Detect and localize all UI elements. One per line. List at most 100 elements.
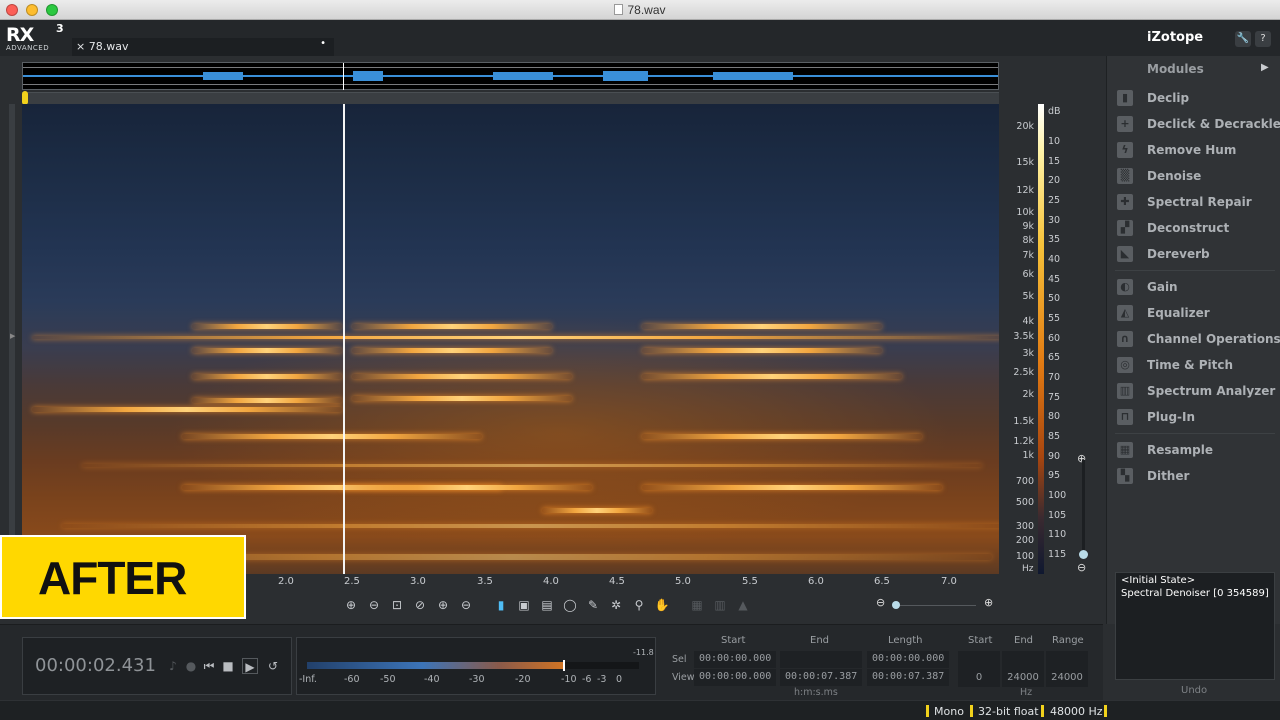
module-label: Spectrum Analyzer: [1147, 384, 1276, 398]
help-icon: ?: [1260, 33, 1266, 44]
module-spectral-repair[interactable]: ✚ Spectral Repair: [1115, 192, 1279, 214]
freq-header-range: Range: [1052, 635, 1084, 646]
view-range-bar[interactable]: [22, 91, 999, 105]
freq-header-end: End: [1014, 635, 1034, 646]
magic-wand-tool[interactable]: ✲: [607, 596, 625, 614]
module-dither[interactable]: ▚ Dither: [1115, 466, 1279, 488]
module-dereverb[interactable]: ◣ Dereverb: [1115, 244, 1279, 266]
izotope-logo: iZotope: [1147, 30, 1203, 45]
zoom-fit-tool[interactable]: ⊡: [388, 596, 406, 614]
horizontal-zoom-out-icon[interactable]: ⊖: [876, 596, 885, 609]
playhead[interactable]: [343, 104, 345, 574]
harmonics-tool[interactable]: ▥: [711, 596, 729, 614]
module-plug-in[interactable]: ⊓ Plug-In: [1115, 407, 1279, 429]
horizontal-zoom-slider[interactable]: [896, 605, 976, 606]
view-length-field[interactable]: 00:00:07.387: [867, 669, 949, 686]
view-start-field[interactable]: 00:00:00.000: [694, 669, 776, 686]
db-label: 75: [1048, 392, 1061, 403]
zoom-in-tool[interactable]: ⊕: [342, 596, 360, 614]
freq-unit-label: Hz: [1020, 687, 1033, 698]
tab-close-icon[interactable]: ×: [76, 40, 85, 53]
waveform-overview[interactable]: [22, 62, 999, 90]
help-button[interactable]: ?: [1255, 31, 1271, 47]
left-collapse-arrow[interactable]: ▶: [10, 332, 15, 340]
module-denoise[interactable]: ▒ Denoise: [1115, 166, 1279, 188]
vertical-zoom-out-icon[interactable]: ⊖: [1077, 561, 1086, 574]
horizontal-zoom-knob[interactable]: [892, 601, 900, 609]
sel-start-field[interactable]: 00:00:00.000: [694, 651, 776, 668]
tab-modified-dot: •: [320, 38, 326, 49]
record-arm-button[interactable]: ♪: [165, 658, 181, 674]
rewind-button[interactable]: ⏮: [201, 658, 217, 674]
loop-button[interactable]: ↺: [265, 658, 281, 674]
dereverb-icon: ◣: [1117, 246, 1133, 262]
zoom-freq-tool[interactable]: ⊖: [457, 596, 475, 614]
module-declip[interactable]: ▮ Declip: [1115, 88, 1279, 110]
time-select-tool[interactable]: ▮: [492, 596, 510, 614]
spectral-repair-icon: ✚: [1117, 194, 1133, 210]
freq-range-field[interactable]: 24000: [1046, 651, 1088, 687]
freq-select-tool[interactable]: ▤: [538, 596, 556, 614]
zoom-selection-tool[interactable]: ⊘: [411, 596, 429, 614]
deconstruct-icon: ▞: [1117, 220, 1133, 236]
sel-header-end: End: [810, 635, 830, 646]
microphone-icon: ♪: [169, 659, 177, 673]
module-time-pitch[interactable]: ◎ Time & Pitch: [1115, 355, 1279, 377]
hum-icon: ϟ: [1117, 142, 1133, 158]
sel-end-field[interactable]: [780, 651, 862, 668]
brush-tool[interactable]: ✎: [584, 596, 602, 614]
db-label: 105: [1048, 510, 1067, 521]
magnify-icon: ⚲: [634, 598, 644, 612]
loop-icon: ↺: [267, 659, 279, 673]
module-equalizer[interactable]: ◭ Equalizer: [1115, 303, 1279, 325]
hand-tool[interactable]: ✋: [653, 596, 671, 614]
module-gain[interactable]: ◐ Gain: [1115, 277, 1279, 299]
time-label: 2.5: [344, 576, 360, 587]
file-tab[interactable]: × 78.wav •: [72, 38, 334, 56]
view-end-field[interactable]: 00:00:07.387: [780, 669, 862, 686]
spectrogram[interactable]: [22, 104, 999, 574]
modules-header: Modules: [1147, 62, 1204, 76]
lasso-tool[interactable]: ◯: [561, 596, 579, 614]
vertical-zoom-slider[interactable]: [1082, 460, 1085, 552]
freq-start-field[interactable]: 0: [958, 651, 1000, 687]
rect-select-tool[interactable]: ▣: [515, 596, 533, 614]
peak-value: -11.8: [633, 648, 654, 657]
settings-button[interactable]: 🔧: [1235, 31, 1251, 47]
zoom-time-tool[interactable]: ⊕: [434, 596, 452, 614]
zoom-out-tool[interactable]: ⊖: [365, 596, 383, 614]
module-spectrum-analyzer[interactable]: ▥ Spectrum Analyzer: [1115, 381, 1279, 403]
range-handle[interactable]: [22, 91, 28, 105]
time-label: 3.5: [477, 576, 493, 587]
module-label: Dither: [1147, 469, 1190, 483]
record-button[interactable]: ●: [183, 658, 199, 674]
record-icon: ●: [185, 659, 197, 673]
horizontal-zoom-in-icon[interactable]: ⊕: [984, 596, 993, 609]
module-remove-hum[interactable]: ϟ Remove Hum: [1115, 140, 1279, 162]
document-icon: [614, 4, 624, 15]
module-deconstruct[interactable]: ▞ Deconstruct: [1115, 218, 1279, 240]
module-declick[interactable]: + Declick & Decrackle: [1115, 114, 1280, 136]
history-item[interactable]: Spectral Denoiser [0 354589]: [1121, 588, 1269, 599]
stop-button[interactable]: ■: [220, 658, 236, 674]
sel-length-field[interactable]: 00:00:00.000: [867, 651, 949, 668]
find-similar-tool[interactable]: ▦: [688, 596, 706, 614]
waveform-overview-graphic: [23, 67, 998, 85]
play-button[interactable]: ▶: [242, 658, 258, 674]
time-label: 5.0: [675, 576, 691, 587]
harmonic-band: [82, 464, 982, 467]
freq-label: 3k: [1022, 348, 1034, 359]
magnify-tool[interactable]: ⚲: [630, 596, 648, 614]
harmonic-band: [192, 348, 342, 353]
module-resample[interactable]: ▦ Resample: [1115, 440, 1279, 462]
wrench-icon: 🔧: [1236, 33, 1250, 44]
modules-expand-icon[interactable]: ▶: [1261, 62, 1269, 73]
history-item[interactable]: <Initial State>: [1121, 575, 1195, 586]
freq-end-field[interactable]: 24000: [1002, 651, 1044, 687]
db-label: 110: [1048, 529, 1067, 540]
meter-label: -60: [344, 674, 360, 685]
vertical-zoom-knob[interactable]: [1079, 550, 1088, 559]
db-label: 90: [1048, 451, 1061, 462]
attenuate-tool[interactable]: ▲: [734, 596, 752, 614]
module-channel-operations[interactable]: ∩ Channel Operations: [1115, 329, 1280, 351]
